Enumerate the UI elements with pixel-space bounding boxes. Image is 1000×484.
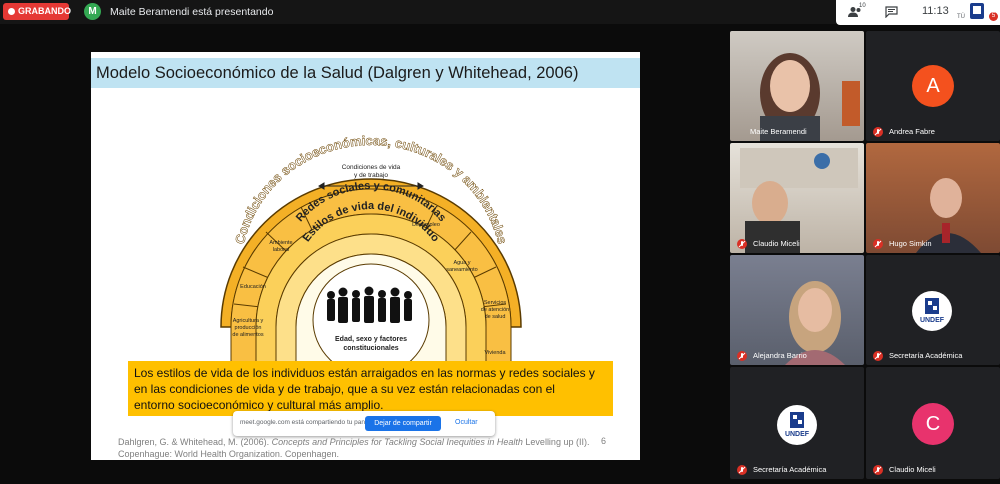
svg-text:Agua y: Agua y	[453, 260, 470, 266]
undef-logo: UNDEF	[912, 291, 952, 331]
presenter-avatar: M	[84, 3, 101, 20]
participant-video	[740, 148, 858, 253]
svg-text:Servicios: Servicios	[484, 300, 507, 306]
participant-name: Secretaría Académica	[753, 465, 827, 474]
undef-logo: UNDEF	[777, 405, 817, 445]
citation-work: Concepts and Principles for Tackling Soc…	[271, 437, 523, 447]
svg-text:Edad, sexo y factores: Edad, sexo y factores	[335, 336, 407, 343]
participant-video	[916, 178, 981, 253]
stop-sharing-button[interactable]: Dejar de compartir	[365, 416, 441, 431]
participant-name: Andrea Fabre	[889, 127, 935, 136]
participant-name: Alejandra Barrio	[753, 351, 807, 360]
participant-tile[interactable]: UNDEF Secretaría Académica	[866, 255, 1000, 365]
presenter-status: Maite Beramendi está presentando	[110, 6, 274, 18]
meeting-clock: 11:13	[922, 5, 949, 17]
recording-label: GRABANDO	[18, 6, 71, 16]
mic-off-icon	[737, 351, 747, 361]
mic-off-icon	[873, 239, 883, 249]
people-silhouettes-icon	[327, 286, 412, 323]
participant-count: 10	[859, 3, 866, 9]
self-label: TÚ	[957, 14, 965, 20]
participant-name: Secretaría Académica	[889, 351, 963, 360]
notification-badge: 5	[989, 12, 998, 21]
participant-tile[interactable]: C Claudio Miceli	[866, 367, 1000, 479]
hide-button[interactable]: Ocultar	[455, 419, 478, 426]
mic-off-icon	[737, 465, 747, 475]
highlight-line: en las condiciones de vida y de trabajo,…	[134, 382, 555, 396]
svg-text:y de trabajo: y de trabajo	[354, 172, 388, 179]
mic-off-icon	[737, 239, 747, 249]
highlight-line: Los estilos de vida de los individuos es…	[134, 366, 595, 380]
participant-tile[interactable]: Hugo Simkin	[866, 143, 1000, 253]
health-determinants-diagram: Condiciones socioeconómicas, culturales …	[220, 133, 522, 362]
participant-video	[760, 53, 860, 141]
self-view-logo[interactable]	[970, 3, 984, 19]
share-message: meet.google.com está compartiendo tu pan…	[240, 419, 379, 426]
participant-name: Hugo Simkin	[889, 239, 932, 248]
participant-tile[interactable]: Claudio Miceli	[730, 143, 864, 253]
svg-text:de salud: de salud	[485, 314, 506, 320]
participant-avatar: A	[912, 65, 954, 107]
svg-text:Agricultura y: Agricultura y	[233, 318, 264, 324]
mic-off-icon	[873, 465, 883, 475]
svg-text:de alimentos: de alimentos	[232, 332, 263, 338]
svg-text:Vivienda: Vivienda	[485, 350, 507, 356]
participant-video	[785, 281, 845, 365]
citation: Dahlgren, G. & Whitehead, M. (2006). Con…	[118, 436, 589, 460]
svg-text:Ambiente: Ambiente	[269, 240, 292, 246]
slide-title: Modelo Socioeconómico de la Salud (Dalgr…	[91, 58, 640, 88]
citation-rest: Levelling up (II).	[525, 437, 590, 447]
screen-share-notice: meet.google.com está compartiendo tu pan…	[233, 411, 495, 436]
participant-name: Maite Beramendi	[750, 127, 807, 136]
mic-off-icon	[873, 351, 883, 361]
participant-name: Claudio Miceli	[889, 465, 936, 474]
svg-text:UNDEF: UNDEF	[785, 431, 810, 438]
participant-name: Claudio Miceli	[753, 239, 800, 248]
participant-avatar: C	[912, 403, 954, 445]
svg-text:Condiciones de vida: Condiciones de vida	[342, 164, 401, 171]
recording-badge: GRABANDO	[3, 3, 71, 20]
svg-text:UNDEF: UNDEF	[920, 317, 945, 324]
highlight-text-box: Los estilos de vida de los individuos es…	[128, 361, 613, 416]
participant-tile[interactable]: UNDEF Secretaría Académica	[730, 367, 864, 479]
participant-tile[interactable]: Maite Beramendi	[730, 31, 864, 141]
citation-authors: Dahlgren, G. & Whitehead, M. (2006).	[118, 437, 270, 447]
svg-text:laboral: laboral	[273, 247, 290, 253]
living-conditions-label: Condiciones de vida y de trabajo	[342, 164, 401, 179]
svg-text:saneamiento: saneamiento	[446, 267, 478, 273]
participant-tile[interactable]: Alejandra Barrio	[730, 255, 864, 365]
slide-page-number: 6	[601, 436, 607, 446]
citation-line2: Copenhague: World Health Organization. C…	[118, 449, 339, 459]
record-dot-icon	[8, 8, 15, 15]
shared-slide: Modelo Socioeconómico de la Salud (Dalgr…	[91, 52, 640, 460]
svg-text:Educación: Educación	[240, 284, 266, 290]
meet-window: GRABANDO M Maite Beramendi está presenta…	[0, 0, 1000, 484]
svg-text:de atención: de atención	[481, 307, 509, 313]
mic-off-icon	[873, 127, 883, 137]
svg-text:constitucionales: constitucionales	[343, 345, 398, 352]
chat-icon[interactable]	[885, 6, 898, 18]
participant-tile[interactable]: A Andrea Fabre	[866, 31, 1000, 141]
svg-text:producción: producción	[235, 325, 262, 331]
svg-text:Desempleo: Desempleo	[412, 222, 440, 228]
